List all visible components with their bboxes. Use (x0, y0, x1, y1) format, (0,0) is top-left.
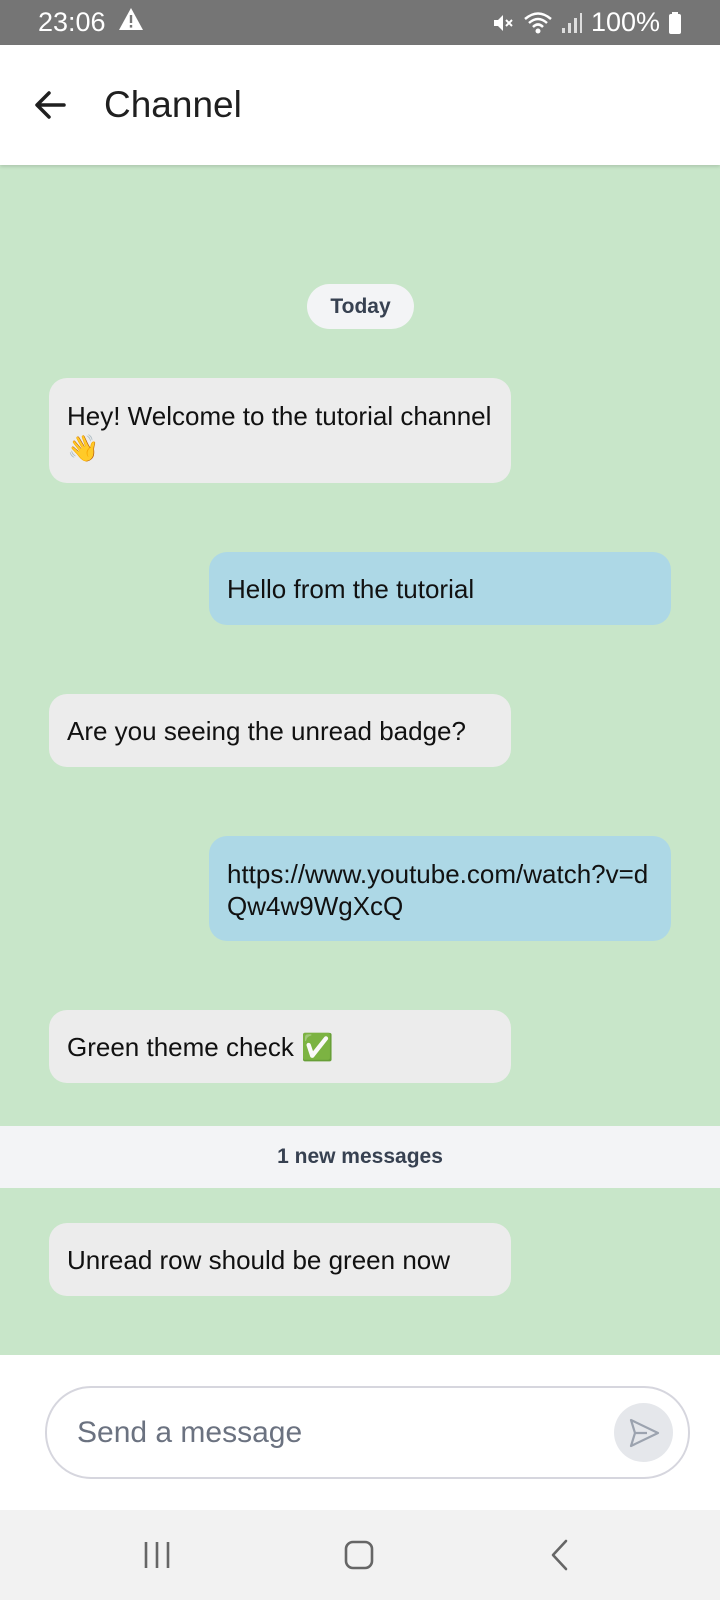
send-icon (629, 1418, 659, 1447)
composer-bar (0, 1355, 720, 1510)
message-text: Unread row should be green now (67, 1244, 451, 1275)
signal-icon (561, 11, 583, 35)
message-text: Hey! Welcome to the tutorial channel 👋 (67, 401, 492, 463)
home-icon (344, 1540, 374, 1570)
system-nav-bar (0, 1510, 720, 1600)
wifi-icon (523, 11, 553, 35)
battery-icon (668, 11, 682, 35)
message-bubble-incoming[interactable]: Green theme check ✅ (49, 1010, 511, 1083)
app-bar: Channel (0, 45, 720, 165)
back-icon (551, 1539, 568, 1571)
home-button[interactable] (329, 1530, 389, 1580)
warning-icon (118, 7, 144, 38)
battery-text: 100% (590, 7, 660, 37)
unread-separator: 1 new messages (0, 1126, 720, 1188)
message-bubble-incoming[interactable]: Hey! Welcome to the tutorial channel 👋 (49, 378, 511, 483)
mute-icon (491, 11, 515, 35)
message-composer (45, 1386, 690, 1479)
message-bubble-outgoing[interactable]: Hello from the tutorial (209, 552, 671, 625)
message-text: Are you seeing the unread badge? (67, 715, 466, 746)
message-bubble-incoming[interactable]: Unread row should be green now (49, 1223, 511, 1296)
status-time: 23:06 (38, 7, 106, 37)
nav-back-button[interactable] (530, 1530, 590, 1580)
message-link[interactable]: https://www.youtube.com/watch?v=dQw4w9Wg… (227, 859, 648, 921)
send-button[interactable] (614, 1403, 673, 1462)
message-text: Hello from the tutorial (227, 573, 475, 604)
back-button[interactable] (22, 77, 78, 133)
message-bubble-outgoing[interactable]: https://www.youtube.com/watch?v=dQw4w9Wg… (209, 836, 671, 941)
message-input[interactable] (77, 1415, 577, 1450)
recent-apps-icon (144, 1542, 170, 1568)
page-title: Channel (104, 84, 242, 125)
date-separator: Today (307, 284, 414, 329)
message-text: Green theme check ✅ (67, 1031, 334, 1062)
arrow-left-icon (35, 91, 66, 119)
message-bubble-incoming[interactable]: Are you seeing the unread badge? (49, 694, 511, 767)
message-list[interactable]: Today Hey! Welcome to the tutorial chann… (0, 165, 720, 1355)
recent-apps-button[interactable] (127, 1530, 187, 1580)
status-bar: 23:06 100% (0, 0, 720, 45)
